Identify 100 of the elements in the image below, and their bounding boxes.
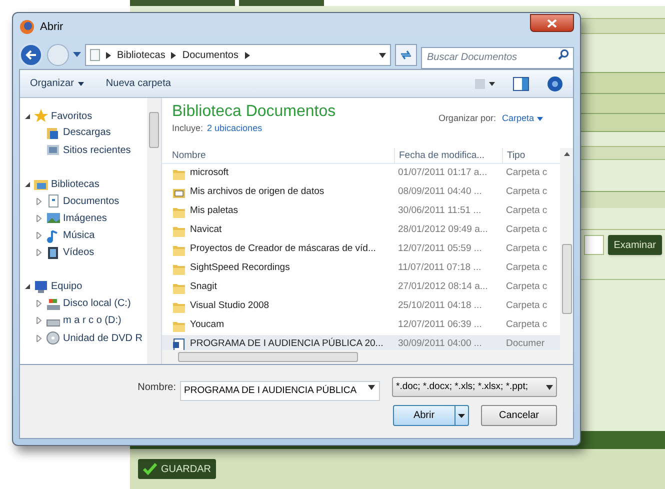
close-icon xyxy=(547,18,557,28)
nav-item[interactable]: Disco local (C:) xyxy=(63,296,131,312)
type-cell-text: Carpeta c xyxy=(505,242,548,256)
file-row[interactable]: Navicat 28/01/2012 09:49 a... Carpeta c xyxy=(162,221,560,240)
nav-item[interactable]: Vídeos xyxy=(63,245,94,260)
column-header[interactable]: Nombre xyxy=(162,148,394,163)
document-icon xyxy=(46,194,60,208)
computer-icon xyxy=(34,280,48,294)
file-name: Mis archivos de origen de datos xyxy=(190,185,324,200)
search-field[interactable]: Buscar Documentos xyxy=(421,46,574,68)
date-cell-text: 30/06/2011 11:51 ... xyxy=(397,204,482,218)
file-type-dropdown[interactable]: *.doc; *.docx; *.xls; *.xlsx; *.ppt; xyxy=(392,377,557,397)
date-cell-text: 11/07/2011 07:18 ... xyxy=(397,261,482,276)
horizontal-scrollbar[interactable] xyxy=(162,350,573,364)
file-name: Visual Studio 2008 xyxy=(190,299,270,314)
date-cell-text: 01/07/2011 01:17 a... xyxy=(397,166,488,180)
search-icon xyxy=(558,49,569,60)
nav-item[interactable]: Equipo xyxy=(51,279,82,294)
open-button[interactable]: Abrir xyxy=(393,405,469,426)
collapsed-arrow-icon[interactable] xyxy=(36,198,43,205)
date-cell-text: 25/10/2011 04:18 ... xyxy=(397,299,483,314)
collapsed-arrow-icon[interactable] xyxy=(36,317,43,324)
nav-item[interactable]: Música xyxy=(63,228,95,244)
date-cell-text: 30/09/2011 04:00 ... xyxy=(397,337,483,352)
help-icon xyxy=(547,76,563,92)
breadcrumb-item[interactable]: Documentos xyxy=(182,48,238,62)
nav-item[interactable]: m a r c o (D:) xyxy=(63,313,122,328)
dropdown-arrow-icon xyxy=(368,385,375,390)
file-row[interactable]: Youcam 12/07/2011 06:39 ... Carpeta c xyxy=(162,316,560,335)
expanded-arrow-icon[interactable] xyxy=(24,112,31,120)
file-name: PROGRAMA DE I AUDIENCIA PÚBLICA 20... xyxy=(190,337,384,352)
file-row[interactable]: Proyectos de Creador de máscaras de víd... 12/07/2011 05:59 ... Carpeta c xyxy=(162,240,560,259)
refresh-button[interactable] xyxy=(395,44,417,66)
dropdown-arrow-icon xyxy=(379,52,386,58)
file-path-field[interactable] xyxy=(584,235,604,255)
close-button[interactable] xyxy=(530,14,574,32)
check-icon xyxy=(143,463,157,475)
cancel-button[interactable]: Cancelar xyxy=(481,405,557,426)
file-row[interactable]: Snagit 27/01/2012 08:14 a... Carpeta c xyxy=(162,278,560,297)
nav-item[interactable]: Bibliotecas xyxy=(51,176,100,192)
film-icon xyxy=(46,246,60,260)
file-name: Mis paletas xyxy=(190,204,238,218)
address-bar[interactable]: Bibliotecas Documentos xyxy=(85,44,391,66)
refresh-arrows-icon xyxy=(400,50,412,60)
file-row[interactable]: Mis paletas 30/06/2011 11:51 ... Carpeta c xyxy=(162,202,560,221)
nav-item[interactable]: Favoritos xyxy=(51,108,92,124)
music-note-icon xyxy=(46,228,60,243)
collapsed-arrow-icon[interactable] xyxy=(36,334,43,342)
dropdown-arrow-icon xyxy=(454,406,468,425)
type-cell-text: Carpeta c xyxy=(505,280,548,294)
type-cell-text: Carpeta c xyxy=(505,261,548,276)
locations-link[interactable]: 2 ubicaciones xyxy=(207,122,262,136)
date-cell-text: 12/07/2011 06:39 ... xyxy=(397,318,483,332)
nav-item[interactable]: Unidad de DVD R xyxy=(63,330,142,346)
type-cell-text: Documer xyxy=(505,337,546,352)
hard-drive-icon xyxy=(46,296,60,311)
file-row[interactable]: SightSpeed Recordings 11/07/2011 07:18 ... Carpeta c xyxy=(162,259,560,278)
file-row[interactable]: microsoft 01/07/2011 01:17 a... Carpeta c xyxy=(162,164,560,183)
filename-field[interactable]: PROGRAMA DE I AUDIENCIA PÚBLICA xyxy=(180,380,380,400)
scroll-up-icon xyxy=(564,152,570,156)
file-row[interactable]: Visual Studio 2008 25/10/2011 04:18 ... Carpeta c xyxy=(162,297,560,316)
collapsed-arrow-icon[interactable] xyxy=(36,214,43,222)
file-row[interactable]: Mis archivos de origen de datos 08/09/2011 04:40 ... Carpeta c xyxy=(162,183,560,202)
view-options-icon xyxy=(475,78,497,90)
chevron-right-icon xyxy=(106,52,111,58)
expanded-arrow-icon[interactable] xyxy=(24,180,31,188)
type-cell-text: Carpeta c xyxy=(505,223,548,238)
document-icon xyxy=(172,338,186,352)
library-title: Biblioteca Documentos xyxy=(172,102,336,122)
star-icon xyxy=(34,109,48,124)
back-arrow-icon xyxy=(25,50,37,60)
chevron-right-icon xyxy=(244,52,250,58)
type-cell-text: Carpeta c xyxy=(505,318,548,332)
scrollbar[interactable] xyxy=(147,98,161,364)
collapsed-arrow-icon[interactable] xyxy=(36,300,43,308)
nav-item[interactable]: Imágenes xyxy=(63,210,107,226)
type-cell-text: Carpeta c xyxy=(505,204,548,218)
file-name: SightSpeed Recordings xyxy=(190,261,290,276)
arrange-by-dropdown[interactable]: Carpeta xyxy=(502,112,543,126)
back-button[interactable] xyxy=(19,43,43,67)
includes-label: Incluye: xyxy=(172,122,204,135)
collapsed-arrow-icon[interactable] xyxy=(36,249,43,256)
toolbar-button[interactable]: Nueva carpeta xyxy=(106,76,171,91)
nav-item[interactable]: Sitios recientes xyxy=(63,142,131,158)
column-header[interactable]: Fecha de modifica... xyxy=(394,148,502,163)
save-button[interactable]: GUARDAR xyxy=(138,459,216,479)
breadcrumb-item[interactable]: Bibliotecas xyxy=(117,48,166,62)
file-name: Proyectos de Creador de máscaras de víd... xyxy=(190,242,376,256)
browse-button[interactable]: Examinar xyxy=(608,235,662,255)
nav-item[interactable]: Documentos xyxy=(63,194,120,209)
type-cell-text: Carpeta c xyxy=(505,299,548,314)
nav-item[interactable]: Descargas xyxy=(63,125,111,140)
date-cell-text: 27/01/2012 08:14 a... xyxy=(397,280,489,294)
toolbar-button[interactable]: Organizar xyxy=(30,76,84,91)
scrollbar[interactable] xyxy=(560,148,573,350)
dropdown-arrow-icon xyxy=(73,52,81,58)
expanded-arrow-icon[interactable] xyxy=(24,283,31,290)
collapsed-arrow-icon[interactable] xyxy=(36,232,43,240)
preview-pane-icon xyxy=(513,76,529,90)
disc-icon xyxy=(46,331,60,346)
